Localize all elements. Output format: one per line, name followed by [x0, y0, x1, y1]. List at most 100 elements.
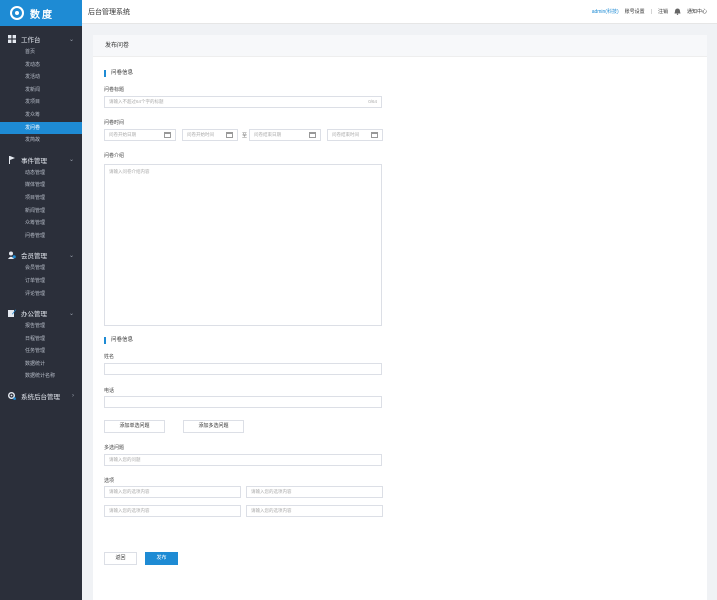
end-date-input[interactable]: 问卷结束日期 [249, 129, 321, 141]
option-input[interactable]: 请输入您的选项内容 [104, 486, 241, 498]
add-multi-question-button[interactable]: 添加多选问题 [183, 420, 244, 433]
start-time-input[interactable]: 问卷开始时间 [182, 129, 238, 141]
intro-placeholder: 请输入问卷介绍内容 [109, 169, 150, 174]
sidebar-item[interactable]: 发众筹 [0, 109, 82, 122]
sidebar-item[interactable]: 项目管理 [0, 192, 82, 205]
q-title-placeholder: 请输入不超过64个字的标题 [109, 99, 164, 104]
option-input[interactable]: 请输入您的选项内容 [246, 486, 383, 498]
calendar-icon [164, 132, 171, 138]
user-link[interactable]: admin(科技) [592, 8, 619, 15]
range-separator: 至 [242, 133, 248, 139]
publish-button[interactable]: 发布 [145, 552, 178, 565]
name-label: 姓名 [104, 354, 115, 360]
sidebar-item[interactable]: 发活动 [0, 71, 82, 84]
sidebar-item[interactable]: 发新闻 [0, 84, 82, 97]
bell-icon[interactable] [674, 8, 681, 15]
end-time-input[interactable]: 问卷结束时间 [327, 129, 383, 141]
topbar-actions: admin(科技) 账号设置 | 注销 通知中心 [592, 8, 707, 15]
logo-mark-icon [10, 6, 24, 20]
sidebar-item[interactable]: 数据统计 [0, 358, 82, 371]
topbar: 后台管理系统 admin(科技) 账号设置 | 注销 通知中心 [82, 0, 717, 24]
clock-icon [226, 132, 233, 138]
content-panel: 发布问卷 问卷信息 问卷标题 请输入不超过64个字的标题 0/64 问卷时间 问… [93, 35, 707, 600]
options-label: 选项 [104, 478, 115, 484]
option-placeholder: 请输入您的选项内容 [109, 489, 150, 494]
logout-link[interactable]: 注销 [658, 8, 668, 15]
option-input[interactable]: 请输入您的选项内容 [246, 505, 383, 517]
sidebar-group-label: 工作台 [21, 37, 41, 44]
page-title: 发布问卷 [93, 35, 707, 57]
notification-center-link[interactable]: 通知中心 [687, 8, 707, 15]
sidebar-group-workbench[interactable]: 工作台 ⌄ [0, 32, 82, 46]
chevron-down-icon: ⌄ [68, 310, 74, 317]
section-title: 问卷信息 [104, 70, 133, 77]
sidebar-item[interactable]: 首页 [0, 46, 82, 59]
gear-icon [8, 392, 16, 400]
clock-icon [371, 132, 378, 138]
end-date-placeholder: 问卷结束日期 [254, 132, 281, 137]
phone-input[interactable] [104, 396, 382, 408]
users-icon [8, 251, 16, 260]
sidebar-item[interactable]: 发动态 [0, 59, 82, 72]
q-title-input[interactable]: 请输入不超过64个字的标题 0/64 [104, 96, 382, 108]
sidebar-item[interactable]: 任务管理 [0, 345, 82, 358]
chevron-right-icon: › [72, 393, 74, 400]
logo[interactable]: 数度 [0, 0, 82, 26]
option-placeholder: 请输入您的选项内容 [251, 508, 292, 513]
sidebar-group-members[interactable]: 会员管理 ⌄ [0, 248, 82, 262]
sidebar-group-label: 系统后台管理 [21, 394, 60, 402]
sidebar-group-events[interactable]: 事件管理 ⌄ [0, 153, 82, 167]
sidebar-item[interactable]: 众筹管理 [0, 217, 82, 230]
sidebar-item[interactable]: 发项目 [0, 96, 82, 109]
sidebar-item[interactable]: 问卷管理 [0, 230, 82, 243]
q-title-label: 问卷标题 [104, 87, 125, 93]
option-input[interactable]: 请输入您的选项内容 [104, 505, 241, 517]
calendar-icon [309, 132, 316, 138]
flag-icon [8, 155, 16, 164]
sidebar-group-label: 事件管理 [21, 157, 47, 165]
chevron-down-icon: ⌄ [68, 252, 74, 259]
start-date-placeholder: 问卷开始日期 [109, 132, 136, 137]
logo-text: 数度 [30, 9, 54, 21]
section-title: 问卷信息 [104, 337, 133, 344]
sidebar-item[interactable]: 新闻管理 [0, 205, 82, 218]
dashboard-icon [8, 35, 16, 43]
multi-question-input[interactable]: 请输入您的问题 [104, 454, 382, 466]
sidebar-item[interactable]: 日程管理 [0, 333, 82, 346]
sidebar-group-system[interactable]: 系统后台管理 › [0, 389, 82, 403]
sidebar-group-label: 办公管理 [21, 311, 47, 319]
app-title: 后台管理系统 [88, 8, 130, 16]
sidebar-item[interactable]: 动态管理 [0, 167, 82, 180]
add-single-question-button[interactable]: 添加单选问题 [104, 420, 165, 433]
sidebar-item-active[interactable]: 发问卷 [0, 121, 82, 135]
divider: | [650, 8, 652, 15]
sidebar-item[interactable]: 数据统计名称 [0, 370, 82, 383]
chevron-down-icon: ⌄ [68, 157, 74, 164]
sidebar-group-label: 会员管理 [21, 253, 47, 261]
option-placeholder: 请输入您的选项内容 [109, 508, 150, 513]
char-count: 0/64 [368, 99, 377, 104]
sidebar-item[interactable]: 订单管理 [0, 275, 82, 288]
q-time-label: 问卷时间 [104, 120, 125, 126]
start-time-placeholder: 问卷开始时间 [187, 132, 214, 137]
sidebar-group-office[interactable]: 办公管理 ⌄ [0, 306, 82, 320]
sidebar-item[interactable]: 评论管理 [0, 288, 82, 301]
intro-textarea[interactable]: 请输入问卷介绍内容 [104, 164, 382, 326]
sidebar-item[interactable]: 媒体管理 [0, 179, 82, 192]
multi-question-placeholder: 请输入您的问题 [109, 457, 141, 462]
start-date-input[interactable]: 问卷开始日期 [104, 129, 176, 141]
name-input[interactable] [104, 363, 382, 375]
sidebar-item[interactable]: 会员管理 [0, 262, 82, 275]
multi-question-label: 多选问题 [104, 445, 125, 451]
back-button[interactable]: 返回 [104, 552, 137, 565]
sidebar-item[interactable]: 报告管理 [0, 320, 82, 333]
phone-label: 电话 [104, 388, 115, 394]
sidebar-item[interactable]: 发简故 [0, 134, 82, 147]
option-placeholder: 请输入您的选项内容 [251, 489, 292, 494]
intro-label: 问卷介绍 [104, 153, 125, 159]
end-time-placeholder: 问卷结束时间 [332, 132, 359, 137]
sidebar: 数度 工作台 ⌄ 首页 发动态 发活动 发新闻 发项目 发众筹 发问卷 发简故 … [0, 0, 82, 600]
chevron-down-icon: ⌄ [68, 36, 74, 43]
account-settings-link[interactable]: 账号设置 [625, 8, 645, 15]
edit-icon [8, 309, 16, 318]
